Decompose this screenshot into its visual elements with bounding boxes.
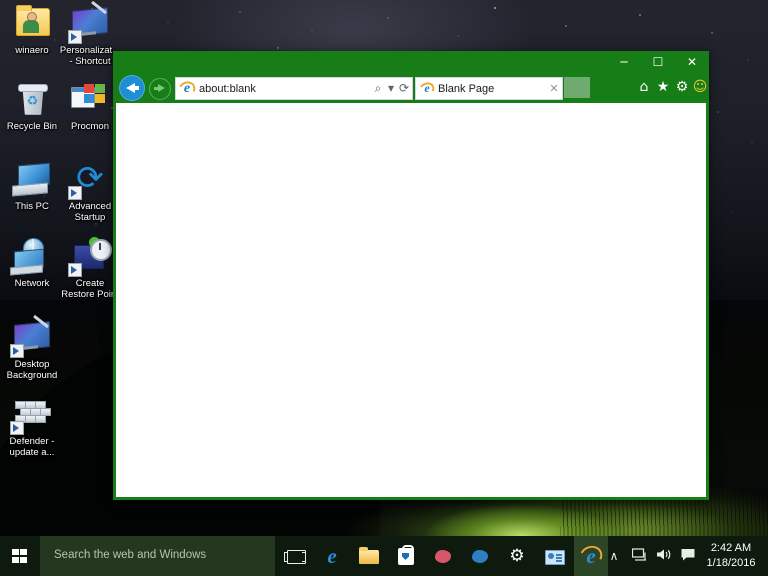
task-view-icon [284, 545, 306, 567]
desktop-icon-defender-update[interactable]: Defender - update a... [0, 395, 64, 458]
folder-user-icon [10, 4, 54, 44]
taskbar-contacts[interactable] [537, 536, 571, 576]
refresh-arrows-icon: ⟳ [68, 160, 112, 200]
file-explorer-icon [358, 545, 380, 567]
search-placeholder: Search the web and Windows [54, 549, 207, 561]
monitor-personalization-icon [68, 0, 112, 44]
search-input[interactable]: Search the web and Windows [40, 536, 275, 576]
forward-button[interactable] [149, 78, 171, 100]
shortcut-arrow-icon [68, 186, 82, 200]
speaker-icon-svg [657, 549, 671, 560]
shortcut-arrow-icon [10, 421, 24, 435]
procmon-icon [68, 80, 112, 120]
taskbar-app-blue[interactable] [463, 536, 497, 576]
browser-page-content[interactable] [116, 103, 706, 497]
show-hidden-icons-button[interactable]: ∧ [602, 536, 626, 576]
taskbar-file-explorer[interactable] [352, 536, 386, 576]
taskbar-edge[interactable]: e [315, 536, 349, 576]
taskbar-settings[interactable]: ⚙ [500, 536, 534, 576]
store-icon [395, 545, 417, 567]
clock-time: 2:42 AM [710, 542, 752, 554]
internet-explorer-window: ─ ☐ ✕ e about:blank ⌕ ▾ ⟳ e Blank Page ✕… [113, 51, 709, 500]
desktop-icon-desktop-background[interactable]: Desktop Background [0, 314, 64, 381]
settings-gear-icon: ⚙ [509, 546, 525, 566]
desktop-screen: winaero Personalizat... - Shortcut ♻ Rec… [0, 0, 768, 576]
shortcut-arrow-icon [68, 263, 82, 277]
refresh-icon[interactable]: ⟳ [396, 79, 412, 98]
action-center-icon-svg [681, 549, 695, 561]
desktop-icon-this-pc[interactable]: This PC [0, 160, 64, 213]
app-blue-icon [469, 545, 491, 567]
tab-blank-page[interactable]: e Blank Page ✕ [415, 77, 563, 100]
windows-logo-icon [12, 549, 27, 563]
volume-button[interactable] [652, 536, 676, 576]
contacts-card-icon [543, 545, 565, 567]
minimize-button[interactable]: ─ [607, 51, 641, 73]
close-button[interactable]: ✕ [675, 51, 709, 73]
speaker-icon [656, 548, 672, 565]
address-bar[interactable]: e about:blank ⌕ ▾ ⟳ [175, 77, 413, 100]
shortcut-arrow-icon [10, 344, 24, 358]
start-button[interactable] [0, 536, 40, 576]
monitor-wallpaper-icon [10, 314, 54, 358]
address-bar-value: about:blank [199, 82, 256, 95]
taskbar: Search the web and Windows e ⚙ e ∧ 2:42 … [0, 536, 768, 576]
search-icon[interactable]: ⌕ [370, 79, 386, 98]
favorites-icon[interactable]: ★ [654, 78, 672, 96]
network-icon [631, 548, 648, 565]
chevron-down-icon[interactable]: ▾ [386, 79, 396, 98]
internet-explorer-icon: e [576, 542, 606, 570]
recycle-bin-icon: ♻ [10, 80, 54, 120]
desktop-icon-label: Recycle Bin [6, 121, 58, 132]
shortcut-arrow-icon [68, 30, 82, 44]
chevron-up-icon: ∧ [609, 549, 619, 563]
desktop-icon-winaero[interactable]: winaero [0, 4, 64, 57]
network-globe-icon [10, 237, 54, 277]
network-icon-svg [631, 548, 646, 561]
this-pc-icon [10, 160, 54, 200]
task-view-button[interactable] [278, 536, 312, 576]
tab-close-icon[interactable]: ✕ [546, 82, 562, 95]
taskbar-store[interactable] [389, 536, 423, 576]
tab-title: Blank Page [438, 82, 495, 95]
browser-toolbar: e about:blank ⌕ ▾ ⟳ e Blank Page ✕ ⌂ ★ ⚙… [113, 73, 709, 103]
clock[interactable]: 2:42 AM 1/18/2016 [700, 536, 762, 576]
desktop-icon-label: Network [14, 278, 50, 289]
network-button[interactable] [628, 536, 652, 576]
app-red-icon [432, 545, 454, 567]
desktop-icon-label: winaero [15, 45, 49, 56]
home-icon[interactable]: ⌂ [635, 78, 653, 96]
ie-favicon-icon: e [176, 78, 198, 99]
maximize-button[interactable]: ☐ [641, 51, 675, 73]
taskbar-app-red[interactable] [426, 536, 460, 576]
tab-favicon-icon: e [417, 79, 437, 98]
action-center-icon [681, 548, 696, 565]
new-tab-button[interactable] [564, 77, 590, 98]
tools-gear-icon[interactable]: ⚙ [673, 78, 691, 96]
edge-icon: e [327, 544, 337, 568]
back-button[interactable] [119, 75, 145, 101]
desktop-icon-label: Defender - update a... [9, 436, 55, 458]
feedback-smiley-icon[interactable]: ☺ [691, 78, 709, 96]
desktop-icon-label: This PC [15, 201, 49, 212]
clock-date: 1/18/2016 [706, 557, 756, 569]
action-center-button[interactable] [676, 536, 700, 576]
desktop-icon-network[interactable]: Network [0, 237, 64, 290]
desktop-icon-label: Desktop Background [6, 359, 58, 381]
window-titlebar[interactable]: ─ ☐ ✕ [113, 51, 709, 73]
defender-bricks-icon [10, 395, 54, 435]
restore-point-icon [68, 237, 112, 277]
desktop-icon-recycle-bin[interactable]: ♻ Recycle Bin [0, 80, 64, 133]
